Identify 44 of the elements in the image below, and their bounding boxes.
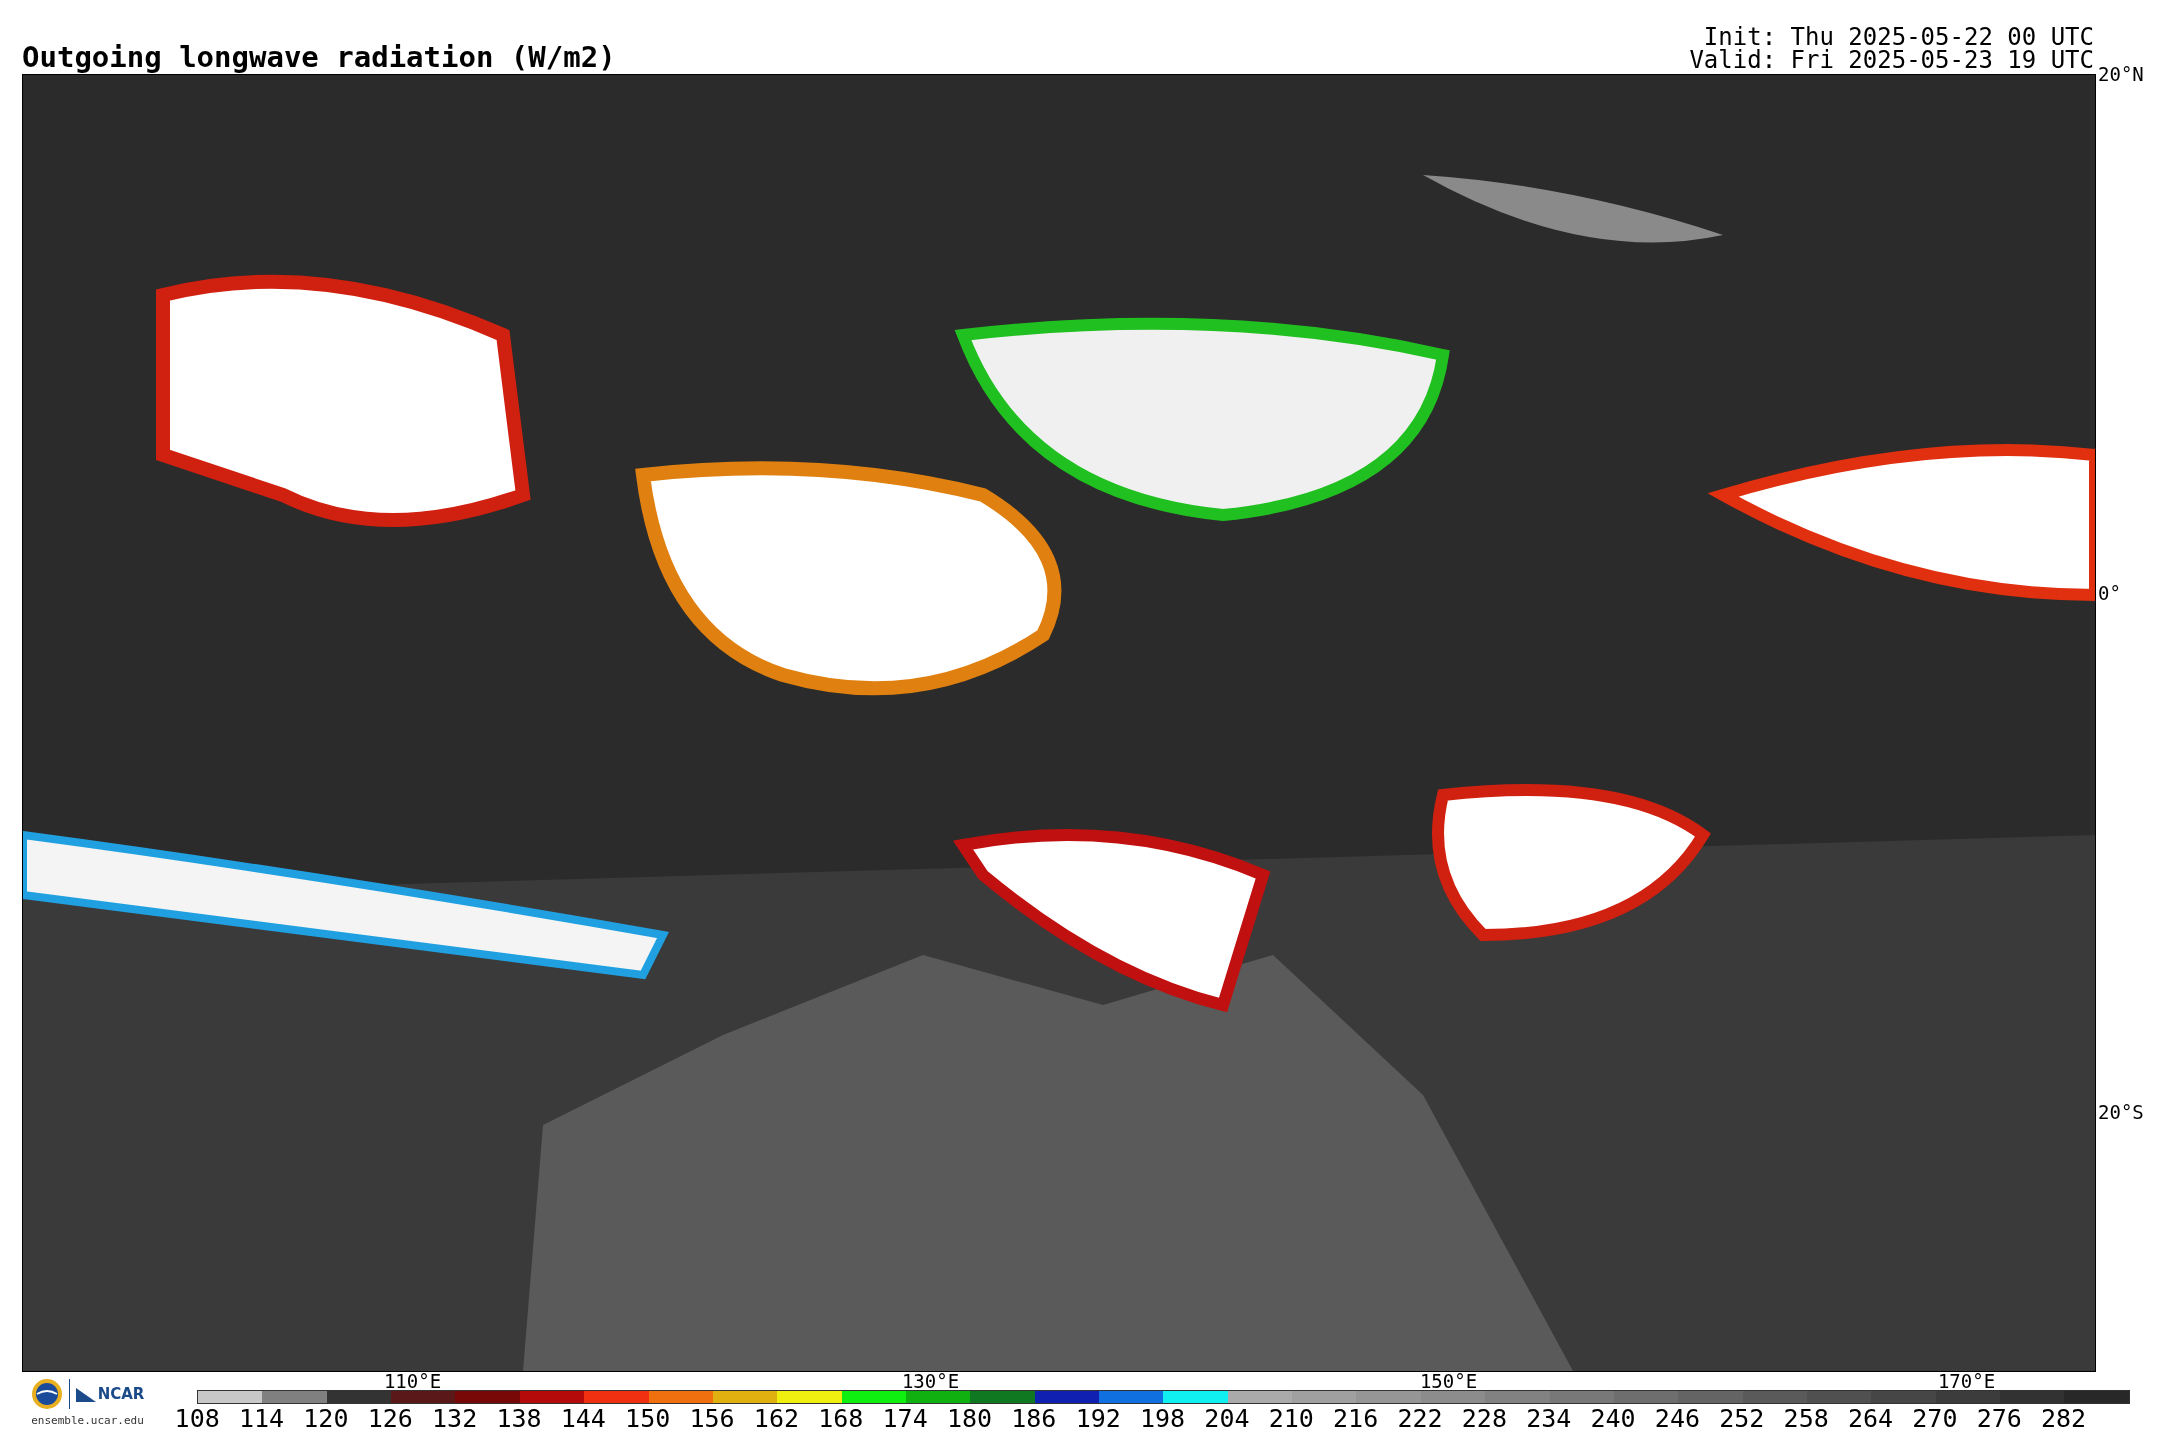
scale-label: 144 xyxy=(559,1404,607,1433)
longitude-label: 150°E xyxy=(1419,1370,1478,1392)
scale-label: 132 xyxy=(431,1404,479,1433)
scale-label: 228 xyxy=(1460,1404,1508,1433)
latitude-label: 20°S xyxy=(2098,1101,2144,1124)
scale-label: 282 xyxy=(2040,1404,2088,1433)
scale-label: 186 xyxy=(1010,1404,1058,1433)
longitude-label: 110°E xyxy=(383,1370,442,1392)
logo-text: NCAR xyxy=(97,1385,145,1403)
run-time-text: Valid: Fri 2025-05-23 19 UTC xyxy=(1689,49,2094,72)
latitude-label: 20°N xyxy=(2098,63,2144,85)
scale-label: 192 xyxy=(1074,1404,1122,1433)
longitude-label: 170°E xyxy=(1937,1370,1996,1392)
scale-label: 168 xyxy=(817,1404,865,1433)
website-url: ensemble.ucar.edu xyxy=(31,1414,144,1427)
longitude-label: 130°E xyxy=(901,1370,960,1392)
scale-label: 174 xyxy=(881,1404,929,1433)
scale-label: 120 xyxy=(302,1404,350,1433)
chart-title: Outgoing longwave radiation (W/m2) xyxy=(22,43,616,74)
scale-label: 162 xyxy=(752,1404,800,1433)
scale-label: 114 xyxy=(237,1404,286,1433)
scale-label: 270 xyxy=(1911,1404,1959,1433)
scale-label: 216 xyxy=(1332,1404,1380,1433)
scale-label: 156 xyxy=(688,1404,736,1433)
scale-label: 240 xyxy=(1589,1404,1637,1433)
scale-label: 234 xyxy=(1525,1404,1573,1433)
scale-label: 246 xyxy=(1653,1404,1701,1433)
globe-seal-icon xyxy=(30,1378,63,1410)
scale-label: 222 xyxy=(1396,1404,1444,1433)
scale-label: 108 xyxy=(173,1404,221,1433)
scale-label: 258 xyxy=(1782,1404,1830,1433)
run-time-text: Init: Thu 2025-05-22 00 UTC xyxy=(1703,26,2094,49)
scale-label: 198 xyxy=(1139,1404,1187,1433)
scale-label: 138 xyxy=(495,1404,543,1433)
scale-label: 264 xyxy=(1846,1404,1895,1433)
scale-label: 180 xyxy=(945,1404,994,1433)
scale-label: 210 xyxy=(1267,1404,1315,1433)
scale-label: 252 xyxy=(1718,1404,1766,1433)
scale-label: 150 xyxy=(624,1404,672,1433)
ncar-mark-icon xyxy=(75,1386,96,1402)
latitude-label: 0° xyxy=(2098,582,2121,605)
scale-label: 276 xyxy=(1975,1404,2023,1433)
scale-label: 204 xyxy=(1203,1404,1251,1433)
scale-label: 126 xyxy=(366,1404,414,1433)
